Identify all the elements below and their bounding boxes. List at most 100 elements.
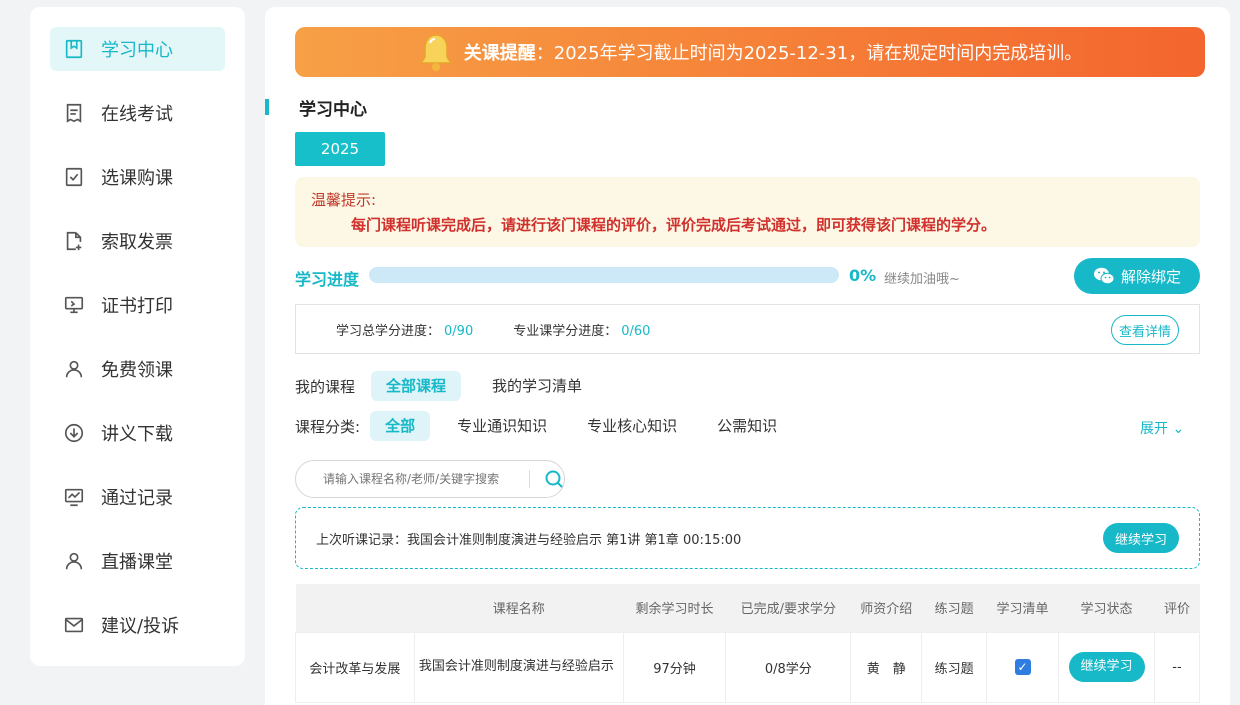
certificate-icon xyxy=(62,293,86,317)
sidebar-item-label: 讲义下载 xyxy=(101,424,173,445)
cell-credits: 0/8学分 xyxy=(725,631,852,703)
sidebar-item-certificate[interactable]: 证书打印 xyxy=(50,283,225,327)
sidebar-item-buy-courses[interactable]: 选课购课 xyxy=(50,155,225,199)
row-continue-button[interactable]: 继续学习 xyxy=(1068,652,1145,682)
reminder-banner: 关课提醒 ：2025年学习截止时间为2025-12-31，请在规定时间内完成培训… xyxy=(295,27,1205,77)
progress-hint: 继续加油哦~ xyxy=(884,272,960,287)
expand-toggle[interactable]: 展开 ⌄ xyxy=(1140,418,1184,438)
sidebar-item-online-exam[interactable]: 在线考试 xyxy=(50,91,225,135)
book-icon xyxy=(62,37,86,61)
cell-status: 继续学习 xyxy=(1058,631,1155,703)
sidebar-item-handout-download[interactable]: 讲义下载 xyxy=(50,411,225,455)
user-icon xyxy=(62,357,86,381)
chart-icon xyxy=(62,485,86,509)
checkbox-icon xyxy=(62,165,86,189)
progress-label: 学习进度 xyxy=(295,270,360,289)
search-icon[interactable] xyxy=(544,469,564,489)
credit-summary: 学习总学分进度： 0/90 专业课学分进度： 0/60 查看详情 xyxy=(295,304,1200,354)
sidebar-item-free-course[interactable]: 免费领课 xyxy=(50,347,225,391)
cell-teacher[interactable]: 黄 静 xyxy=(850,631,923,703)
sidebar-item-pass-records[interactable]: 通过记录 xyxy=(50,475,225,519)
cell-category: 会计改革与发展 xyxy=(295,631,415,703)
course-table: 课程名称 剩余学习时长 已完成/要求学分 师资介绍 练习题 学习清单 学习状态 … xyxy=(295,584,1201,703)
sidebar-item-label: 通过记录 xyxy=(101,488,173,509)
progress-bar xyxy=(369,267,839,283)
category-all[interactable]: 全部 xyxy=(370,411,431,441)
banner-text: ：2025年学习截止时间为2025-12-31，请在规定时间内完成培训。 xyxy=(535,43,1083,64)
cell-rating: -- xyxy=(1153,631,1201,703)
exam-icon xyxy=(62,101,86,125)
unbind-label: 解除绑定 xyxy=(1120,267,1181,286)
cell-exercise[interactable]: 练习题 xyxy=(921,631,988,703)
unbind-button[interactable]: 解除绑定 xyxy=(1074,258,1200,294)
sidebar-item-label: 索取发票 xyxy=(101,232,173,253)
banner-prefix: 关课提醒 xyxy=(463,43,536,64)
category-label: 课程分类: xyxy=(295,417,361,436)
bell-icon xyxy=(419,34,453,71)
tab-all-courses[interactable]: 全部课程 xyxy=(371,371,462,401)
section-marker xyxy=(265,99,269,115)
expand-label: 展开 xyxy=(1140,421,1168,437)
col-course-name: 课程名称 xyxy=(414,584,624,632)
major-credit: 专业课学分进度： 0/60 xyxy=(513,320,650,339)
mail-icon xyxy=(62,613,86,637)
invoice-icon xyxy=(62,229,86,253)
col-credits: 已完成/要求学分 xyxy=(725,584,851,632)
cell-course-name[interactable]: 我国会计准则制度演进与经验启示 xyxy=(413,631,624,703)
my-courses-label: 我的课程 xyxy=(295,377,356,396)
cell-study-list: ✓ xyxy=(986,631,1060,703)
user-icon xyxy=(62,549,86,573)
last-record-text: 上次听课记录：我国会计准则制度演进与经验启示 第1讲 第1章 00:15:00 xyxy=(316,532,742,548)
check-icon[interactable]: ✓ xyxy=(1014,659,1031,675)
sidebar-item-label: 选课购课 xyxy=(101,168,173,189)
tab-my-study-list[interactable]: 我的学习清单 xyxy=(477,371,597,401)
progress-percent: 0% xyxy=(849,266,877,285)
col-status: 学习状态 xyxy=(1058,584,1155,632)
sidebar-item-label: 学习中心 xyxy=(101,40,173,61)
continue-learning-button[interactable]: 继续学习 xyxy=(1103,523,1179,553)
chevron-down-icon: ⌄ xyxy=(1172,421,1185,437)
total-credit: 学习总学分进度： 0/90 xyxy=(336,320,473,339)
sidebar-item-label: 直播课堂 xyxy=(101,552,173,573)
table-row: 会计改革与发展 我国会计准则制度演进与经验启示 97分钟 0/8学分 黄 静 练… xyxy=(295,631,1201,703)
col-remaining: 剩余学习时长 xyxy=(623,584,726,632)
year-tab[interactable]: 2025 xyxy=(295,132,385,166)
search-divider xyxy=(529,470,530,488)
col-teacher: 师资介绍 xyxy=(850,584,922,632)
search-input[interactable] xyxy=(323,472,523,486)
col-exercise: 练习题 xyxy=(921,584,987,632)
total-credit-value: 0/90 xyxy=(444,323,474,339)
sidebar: 学习中心 在线考试 选课购课 索取发票 证书打印 免费领课 讲义下载 通过记录 … xyxy=(30,7,245,666)
sidebar-item-label: 证书打印 xyxy=(101,296,173,317)
last-record-box: 上次听课记录：我国会计准则制度演进与经验启示 第1讲 第1章 00:15:00 … xyxy=(295,507,1200,569)
view-details-button[interactable]: 查看详情 xyxy=(1111,315,1179,345)
category-core[interactable]: 专业核心知识 xyxy=(572,411,692,441)
category-general[interactable]: 专业通识知识 xyxy=(442,411,562,441)
sidebar-item-live-class[interactable]: 直播课堂 xyxy=(50,539,225,583)
category-public[interactable]: 公需知识 xyxy=(702,411,792,441)
cell-remaining: 97分钟 xyxy=(622,631,727,703)
major-credit-value: 0/60 xyxy=(621,323,651,339)
my-course-tabs: 我的课程 全部课程 我的学习清单 xyxy=(295,371,597,401)
main-panel: 关课提醒 ：2025年学习截止时间为2025-12-31，请在规定时间内完成培训… xyxy=(265,7,1230,705)
sidebar-item-invoice[interactable]: 索取发票 xyxy=(50,219,225,263)
table-header-row: 课程名称 剩余学习时长 已完成/要求学分 师资介绍 练习题 学习清单 学习状态 … xyxy=(295,584,1200,632)
page-title: 学习中心 xyxy=(299,100,367,120)
col-study-list: 学习清单 xyxy=(986,584,1059,632)
notice-box: 温馨提示: 每门课程听课完成后，请进行该门课程的评价，评价完成后考试通过，即可获… xyxy=(295,177,1200,247)
sidebar-item-label: 免费领课 xyxy=(101,360,173,381)
sidebar-item-learning-center[interactable]: 学习中心 xyxy=(50,27,225,71)
sidebar-item-label: 在线考试 xyxy=(101,104,173,125)
total-credit-label: 学习总学分进度： xyxy=(336,323,441,339)
search-box xyxy=(295,460,565,498)
category-tabs: 课程分类: 全部 专业通识知识 专业核心知识 公需知识 xyxy=(295,411,792,441)
sidebar-item-feedback[interactable]: 建议/投诉 xyxy=(50,603,225,647)
wechat-icon xyxy=(1093,267,1115,285)
major-credit-label: 专业课学分进度： xyxy=(513,323,618,339)
col-rating: 评价 xyxy=(1154,584,1200,632)
notice-title: 温馨提示: xyxy=(311,191,377,209)
sidebar-item-label: 建议/投诉 xyxy=(101,616,180,637)
download-icon xyxy=(62,421,86,445)
col-category xyxy=(295,584,415,632)
notice-body: 每门课程听课完成后，请进行该门课程的评价，评价完成后考试通过，即可获得该门课程的… xyxy=(351,216,997,234)
